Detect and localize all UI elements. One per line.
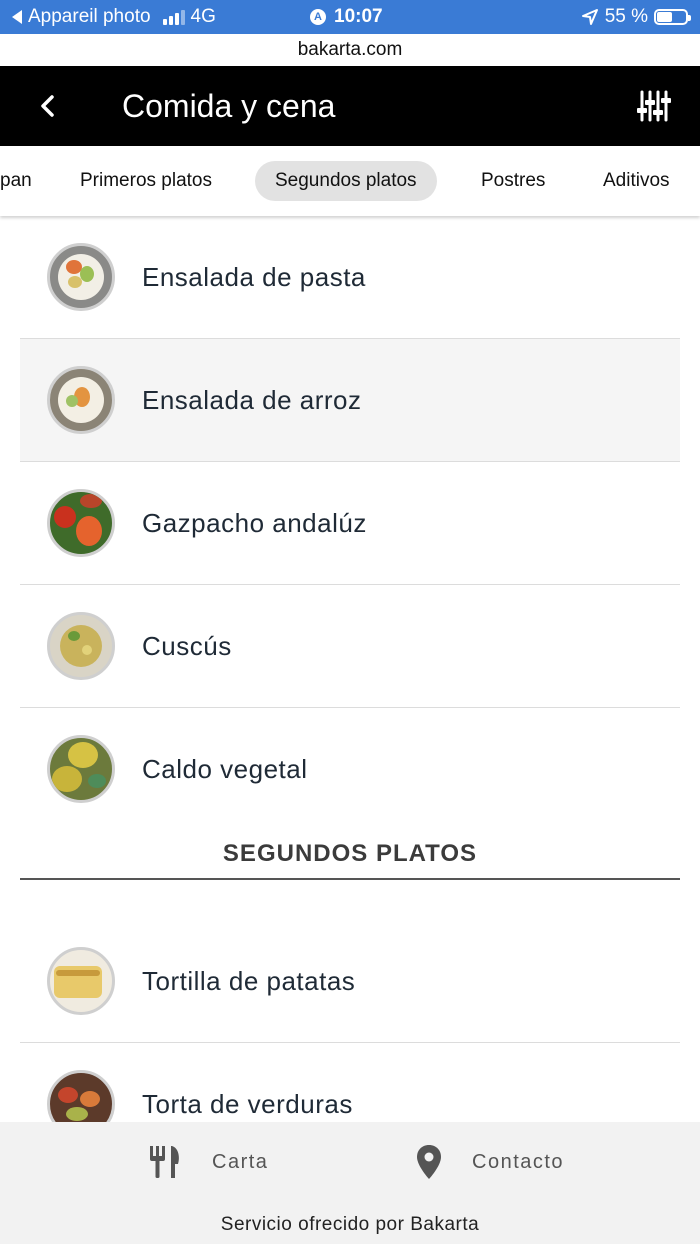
status-bar: Appareil photo 4G A 10:07 55 %: [0, 0, 700, 34]
dish-name: Torta de verduras: [142, 1088, 353, 1119]
sliders-icon: [637, 90, 671, 122]
dish-name: Cuscús: [142, 630, 232, 661]
list-item[interactable]: Ensalada de pasta: [20, 216, 680, 339]
navigation-icon: A: [310, 9, 326, 25]
dish-photo: [47, 243, 115, 311]
list-item[interactable]: Caldo vegetal: [20, 708, 680, 831]
tab-primeros-platos[interactable]: Primeros platos: [60, 161, 232, 201]
section-divider: [20, 878, 680, 880]
dish-name: Ensalada de pasta: [142, 261, 366, 292]
dish-photo: [47, 947, 115, 1015]
dish-name: Tortilla de patatas: [142, 965, 356, 996]
tab-aditivos[interactable]: Aditivos: [583, 161, 690, 201]
status-back-to-app[interactable]: Appareil photo 4G: [12, 6, 216, 28]
list-item[interactable]: Cuscús: [20, 585, 680, 708]
dish-photo: [47, 489, 115, 557]
status-time: 10:07: [334, 6, 383, 27]
url-bar[interactable]: bakarta.com: [0, 34, 700, 66]
back-button[interactable]: [30, 88, 66, 124]
nav-carta-label: Carta: [212, 1150, 269, 1173]
section-heading: SEGUNDOS PLATOS: [222, 840, 478, 867]
list-item[interactable]: Ensalada de arroz: [20, 339, 680, 462]
back-triangle-icon: [12, 10, 22, 24]
tab-pan[interactable]: pan: [0, 161, 52, 201]
tab-segundos-platos[interactable]: Segundos platos: [255, 161, 437, 201]
location-arrow-icon: [581, 9, 598, 25]
map-pin-icon: [417, 1145, 441, 1179]
battery-icon: [654, 9, 691, 25]
dish-photo: [47, 612, 115, 680]
dish-name: Gazpacho andalúz: [142, 507, 367, 538]
fork-knife-icon: [150, 1146, 179, 1178]
back-app-label: Appareil photo: [28, 6, 151, 27]
footer-text: Servicio ofrecido por Bakarta: [220, 1214, 480, 1235]
battery-percent: 55 %: [604, 6, 648, 27]
list-item[interactable]: Gazpacho andalúz: [20, 462, 680, 585]
network-label: 4G: [190, 6, 216, 27]
signal-icon: [162, 9, 185, 25]
dish-list: Ensalada de pasta Ensalada de arroz Gazp…: [20, 216, 680, 1122]
list-item[interactable]: Torta de verduras: [20, 1043, 680, 1122]
nav-contacto-button[interactable]: Contacto: [416, 1140, 564, 1184]
category-tabs: pan Primeros platos Segundos platos Post…: [0, 146, 700, 216]
app-header: Comida y cena: [0, 66, 700, 146]
list-item[interactable]: Tortilla de patatas: [20, 920, 680, 1043]
dish-photo: [47, 735, 115, 803]
dish-photo: [47, 366, 115, 434]
bottom-bar: Carta Contacto Servicio ofrecido por Bak…: [0, 1122, 700, 1244]
status-right-group: 55 %: [581, 6, 691, 28]
dish-photo: [47, 1070, 115, 1122]
chevron-left-icon: [41, 95, 54, 117]
nav-contacto-label: Contacto: [472, 1150, 565, 1173]
page-title: Comida y cena: [122, 88, 336, 124]
tab-postres[interactable]: Postres: [461, 161, 565, 201]
dish-name: Ensalada de arroz: [142, 384, 362, 415]
nav-carta-button[interactable]: Carta: [148, 1140, 268, 1184]
filter-button[interactable]: [636, 88, 672, 124]
dish-name: Caldo vegetal: [142, 754, 308, 784]
status-time-group: A 10:07: [310, 6, 383, 28]
